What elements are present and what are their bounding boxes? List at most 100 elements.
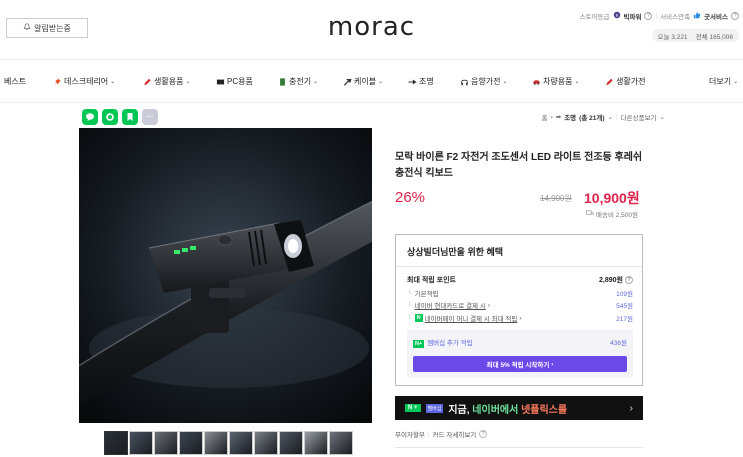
- points-row-npay[interactable]: └ N 네이버페이 머니 결제 시 최대 적립 › 217원: [407, 313, 633, 323]
- promo-text-orange: 넷플릭스를: [521, 404, 568, 416]
- divider: [396, 266, 642, 267]
- promo-badge-membership: 멤버십: [425, 403, 444, 413]
- more-share-icon[interactable]: ···: [142, 109, 158, 125]
- nav-item-car[interactable]: 차량용품 ⌄: [532, 76, 579, 87]
- product-thumbnail[interactable]: [204, 431, 228, 455]
- help-icon[interactable]: ?: [625, 276, 633, 284]
- nav-item-living[interactable]: 생활용품 ⌄: [143, 76, 190, 87]
- points-row-link[interactable]: 네이버 현대카드로 결제 시: [415, 300, 486, 310]
- delivery-info: 배송비 2,500원: [586, 209, 638, 219]
- membership-badge: N+: [413, 340, 425, 348]
- promo-text: 지금, 네이버에서 넷플릭스를: [448, 401, 567, 416]
- nav-item-label: 생활용품: [154, 77, 184, 86]
- kakao-share-icon[interactable]: [102, 109, 118, 125]
- card-details-link[interactable]: 카드 자세히보기: [433, 429, 477, 439]
- help-icon[interactable]: ?: [479, 430, 488, 438]
- divider: |: [615, 113, 618, 121]
- points-row-card[interactable]: └ 네이버 현대카드로 결제 시 › 545원: [407, 300, 633, 311]
- discount-rate: 26%: [395, 189, 426, 206]
- other-products-link[interactable]: 다른상품보기: [621, 112, 657, 122]
- original-price: 14,900원: [540, 194, 572, 203]
- chevron-down-icon: ⌄: [313, 79, 319, 85]
- points-row-value: 217원: [616, 316, 633, 323]
- promo-text-green: 네이버에서: [472, 404, 519, 416]
- headphone-icon: [460, 78, 469, 86]
- points-row-label: 기본적립: [414, 291, 439, 298]
- help-icon[interactable]: ?: [731, 12, 739, 20]
- nav-item-charger[interactable]: 충전기 ⌄: [278, 76, 318, 87]
- membership-row: N+ 멤버십 추가 적립 436원: [413, 337, 627, 348]
- nav-item-lighting[interactable]: 조명: [408, 76, 434, 87]
- product-thumbnail[interactable]: [154, 431, 178, 455]
- divider: |: [427, 430, 430, 438]
- product-title: 모락 바이른 F2 자전거 조도센서 LED 라이트 전조등 후레쉬 충전식 킥…: [395, 152, 643, 179]
- chevron-down-icon: ⌄: [110, 79, 116, 85]
- store-logo-link[interactable]: morac: [328, 12, 415, 42]
- nav-item-cable[interactable]: 케이블 ⌄: [343, 76, 383, 87]
- points-row-value: 109원: [616, 291, 633, 298]
- nav-item-best[interactable]: 베스트: [4, 76, 26, 87]
- store-grade-label: 스토어등급: [579, 14, 610, 21]
- nav-item-deskterior[interactable]: 데스크테리어 ⌄: [53, 76, 115, 87]
- product-thumbnail[interactable]: [129, 431, 153, 455]
- breadcrumb-category[interactable]: 조명: [564, 112, 576, 122]
- product-thumbnail[interactable]: [304, 431, 328, 455]
- tree-line: └: [407, 301, 412, 309]
- product-thumbnail[interactable]: [229, 431, 253, 455]
- nav-item-label: 조명: [419, 77, 434, 86]
- chevron-down-icon[interactable]: ⌄: [608, 113, 613, 121]
- benefit-box: 상상빌더님만을 위한 혜택 최대 적립 포인트 2,890원 ? └ 기본적립 1…: [395, 234, 643, 386]
- service-label: 서비스만족: [660, 14, 691, 21]
- divider: |: [655, 12, 658, 20]
- top-header: 알림받는중 morac 스토어등급 B 빅파워 ? | 서비스만족 굿서비스 ?…: [0, 0, 743, 60]
- light-icon: ➡: [555, 114, 562, 121]
- nav-item-label: 더보기: [709, 77, 732, 86]
- store-info: 스토어등급 B 빅파워 ? | 서비스만족 굿서비스 ?: [580, 11, 739, 21]
- nav-item-label: 차량용품: [543, 77, 573, 86]
- tree-line: └: [407, 289, 412, 297]
- cable-icon: [343, 78, 352, 86]
- chevron-right-icon: ›: [487, 301, 490, 309]
- help-icon[interactable]: ?: [644, 12, 653, 20]
- nav-item-appliance[interactable]: 생활가전: [605, 76, 645, 87]
- pencil-icon: [605, 78, 614, 86]
- nav-item-label: 생활가전: [616, 77, 646, 86]
- nav-item-more[interactable]: 더보기 ⌄: [709, 76, 738, 87]
- delivery-fee: 배송비 2,500원: [596, 212, 638, 219]
- tree-line: └: [407, 314, 412, 322]
- interest-free-label: 무이자할부: [395, 432, 425, 439]
- product-thumbnail[interactable]: [104, 431, 128, 455]
- svg-text:B: B: [615, 13, 618, 18]
- product-thumbnail[interactable]: [254, 431, 278, 455]
- chevron-down-icon: ⌄: [574, 79, 580, 85]
- more-share-label: ···: [146, 113, 154, 121]
- divider: ·: [690, 32, 693, 39]
- nav-item-audio[interactable]: 음향가전 ⌄: [460, 76, 507, 87]
- line-share-icon[interactable]: [82, 109, 98, 125]
- chevron-down-icon: ⌄: [185, 79, 191, 85]
- thumbs-up-icon: [693, 11, 701, 21]
- nav-item-label: PC용품: [227, 77, 253, 86]
- visit-info: 오늘 3,221 · 전체 165,006: [651, 29, 739, 42]
- trophy-icon: B: [613, 11, 621, 21]
- points-row-link[interactable]: 네이버페이 머니 결제 시 최대 적립: [425, 313, 518, 323]
- promo-badge: N +: [405, 404, 421, 412]
- nav-item-label: 베스트: [4, 77, 27, 86]
- chevron-down-icon: ⌄: [659, 114, 665, 121]
- truck-icon: [586, 210, 594, 218]
- nav-item-label: 케이블: [354, 77, 377, 86]
- nav-item-pc[interactable]: PC용품: [216, 76, 253, 87]
- points-row-value: 545원: [616, 303, 633, 310]
- netflix-promo-banner[interactable]: N + 멤버십 지금, 네이버에서 넷플릭스를 ›: [395, 396, 643, 420]
- membership-start-button[interactable]: 최대 5% 적립 시작하기 ›: [413, 356, 627, 372]
- product-thumbnail[interactable]: [179, 431, 203, 455]
- product-main-image[interactable]: [79, 128, 372, 423]
- product-thumbnail[interactable]: [279, 431, 303, 455]
- chevron-right-icon: ›: [549, 360, 554, 368]
- pin-icon: [53, 78, 62, 86]
- product-thumbnail[interactable]: [329, 431, 353, 455]
- breadcrumb-home[interactable]: 홈: [542, 112, 548, 122]
- bookmark-share-icon[interactable]: [122, 109, 138, 125]
- membership-value: 436원: [610, 340, 627, 347]
- keyboard-icon: [216, 78, 225, 86]
